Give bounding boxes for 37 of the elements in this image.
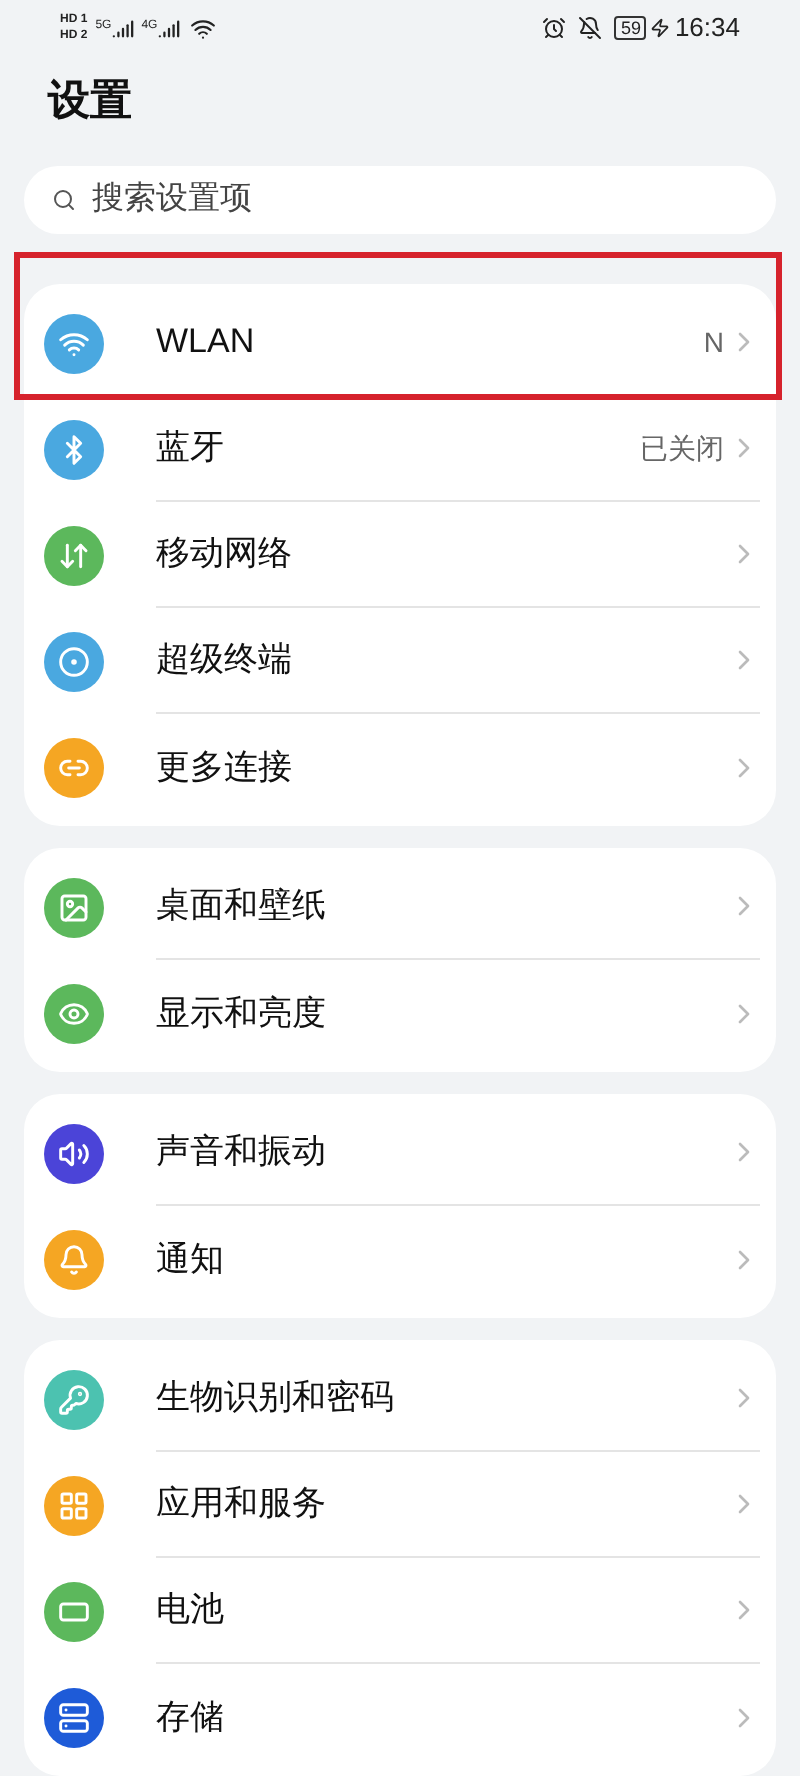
row-value: 已关闭 [640,429,724,467]
settings-row[interactable]: 超级终端 [24,608,776,714]
alarm-icon [542,16,567,41]
settings-row[interactable]: 应用和服务 [24,1452,776,1558]
settings-row[interactable]: 移动网络 [24,502,776,608]
settings-row[interactable]: 通知 [24,1206,776,1312]
settings-row[interactable]: 桌面和壁纸 [24,854,776,960]
row-label: 电池 [156,1588,226,1633]
clock: 16:34 [674,10,740,47]
search-field[interactable]: 搜索设置项 [24,166,776,234]
row-label: 显示和亮度 [156,991,328,1036]
row-label: WLAN [156,320,257,365]
mute-icon [578,16,603,41]
row-label: 桌面和壁纸 [156,884,328,929]
battery-level: 59 [614,16,647,41]
row-label: 更多连接 [156,745,294,790]
signal-icon [157,17,180,40]
settings-row[interactable]: 更多连接 [24,714,776,820]
row-label: 超级终端 [156,638,294,683]
signal-icon [111,17,134,40]
row-label: 声音和振动 [156,1130,328,1175]
settings-row[interactable]: 存储 [24,1664,776,1770]
search-icon [52,188,76,212]
settings-row[interactable]: 声音和振动 [24,1100,776,1206]
settings-row[interactable]: 电池 [24,1558,776,1664]
page-title: 设置 [48,75,132,128]
row-label: 应用和服务 [156,1482,328,1527]
settings-row[interactable]: 蓝牙 已关闭 [24,396,776,502]
settings-row[interactable]: 显示和亮度 [24,960,776,1066]
row-label: 通知 [156,1237,226,1282]
row-label: 存储 [156,1695,226,1740]
row-label: 蓝牙 [156,426,226,471]
row-value: N [703,323,724,361]
settings-row[interactable]: 生物识别和密码 [24,1346,776,1452]
row-label: 生物识别和密码 [156,1376,396,1421]
settings-row[interactable]: WLAN N [24,290,776,396]
row-label: 移动网络 [156,532,294,577]
